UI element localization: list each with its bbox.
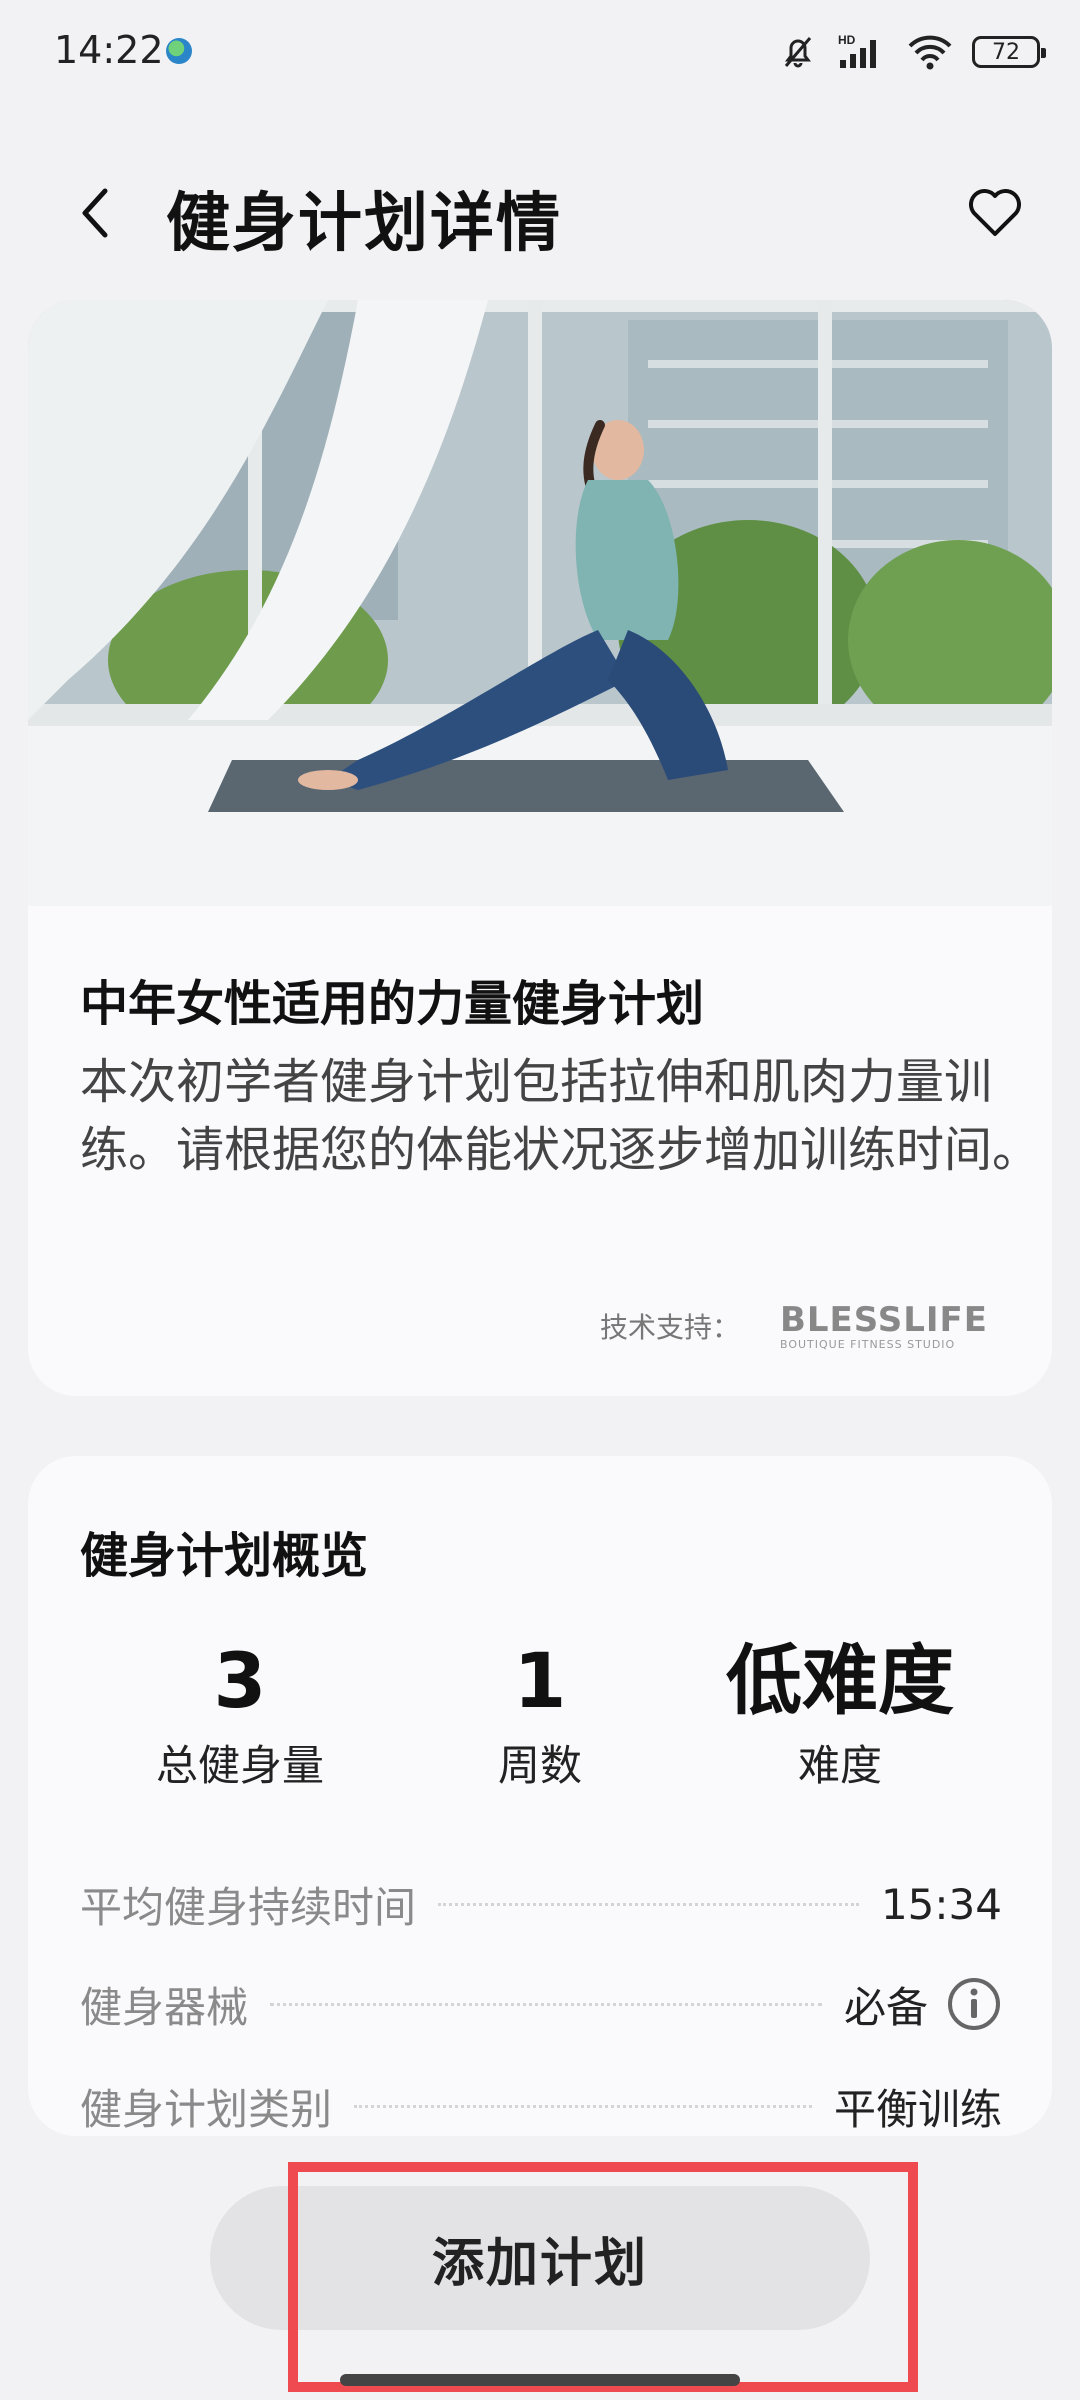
plan-hero-image [28,300,1052,906]
info-icon[interactable] [946,1976,1002,2032]
stat-total-workouts: 3 总健身量 [90,1636,390,1793]
app-notification-icon [166,38,192,64]
favorite-button[interactable] [960,178,1030,248]
stat-value: 3 [213,1636,267,1725]
tech-support-label: 技术支持： [599,1310,740,1344]
avg-duration-value: 15:34 [880,1879,1002,1929]
equipment-value: 必备 [843,1982,928,2032]
stat-value: 1 [513,1636,567,1725]
row-value: 平衡训练 [834,2076,1002,2137]
row-label: 平均健身持续时间 [80,1882,417,1932]
row-equipment: 健身器械 必备 [80,1974,1002,2034]
dotted-leader [354,2104,812,2108]
brand-name: BLESSLIFE [779,1300,988,1340]
page-title: 健身计划详情 [166,187,562,261]
row-label: 健身计划类别 [80,2084,333,2134]
category-value: 平衡训练 [833,2084,1002,2134]
stat-weeks: 1 周数 [390,1636,690,1793]
plan-description: 本次初学者健身计划包括拉伸和肌肉力量训练。请根据您的体能状况逐步增加训练时间。 [80,1054,1041,1178]
row-value: 15:34 [881,1880,1002,1929]
stat-difficulty: 低难度 难度 [690,1636,990,1793]
plan-overview-card: 健身计划概览 3 总健身量 1 周数 低难度 难度 平均健身持续时间 15:34… [28,1456,1052,2136]
tech-support: 技术支持： BLESSLIFE BOUTIQUE FITNESS STUDIO [600,1300,988,1351]
stat-label: 总健身量 [155,1741,324,1790]
row-avg-duration: 平均健身持续时间 15:34 [80,1874,1002,1934]
mute-bell-icon [784,37,812,68]
stat-label: 周数 [497,1741,582,1790]
row-value: 必备 [844,1974,1002,2035]
stat-value: 低难度 [726,1636,954,1725]
dotted-leader [438,1902,859,1906]
stat-label: 难度 [797,1741,882,1790]
brand-subtitle: BOUTIQUE FITNESS STUDIO [779,1338,956,1351]
overview-title: 健身计划概览 [80,1528,369,1584]
battery-level: 72 [992,39,1020,65]
battery-icon: 72 [972,36,1046,68]
heart-outline-icon [969,189,1021,236]
status-icons: HD 72 [778,30,1046,74]
plan-title: 中年女性适用的力量健身计划 [80,976,705,1032]
dotted-leader [270,2002,822,2006]
network-label: HD [838,33,856,47]
status-time: 14:22 [54,28,164,72]
wifi-icon [908,35,952,70]
highlight-box [288,2162,918,2392]
plan-info-card: 中年女性适用的力量健身计划 本次初学者健身计划包括拉伸和肌肉力量训练。请根据您的… [28,300,1052,1396]
cellular-signal-icon: HD [838,33,876,68]
status-bar: 14:22 HD 72 [0,0,1080,104]
page-header: 健身计划详情 [0,150,1080,270]
brand-logo: BLESSLIFE BOUTIQUE FITNESS STUDIO [780,1300,988,1351]
home-indicator[interactable] [340,2374,740,2386]
row-label: 健身器械 [80,1982,249,2032]
chevron-left-icon [82,188,108,238]
row-category: 健身计划类别 平衡训练 [80,2076,1002,2136]
back-button[interactable] [60,178,130,248]
